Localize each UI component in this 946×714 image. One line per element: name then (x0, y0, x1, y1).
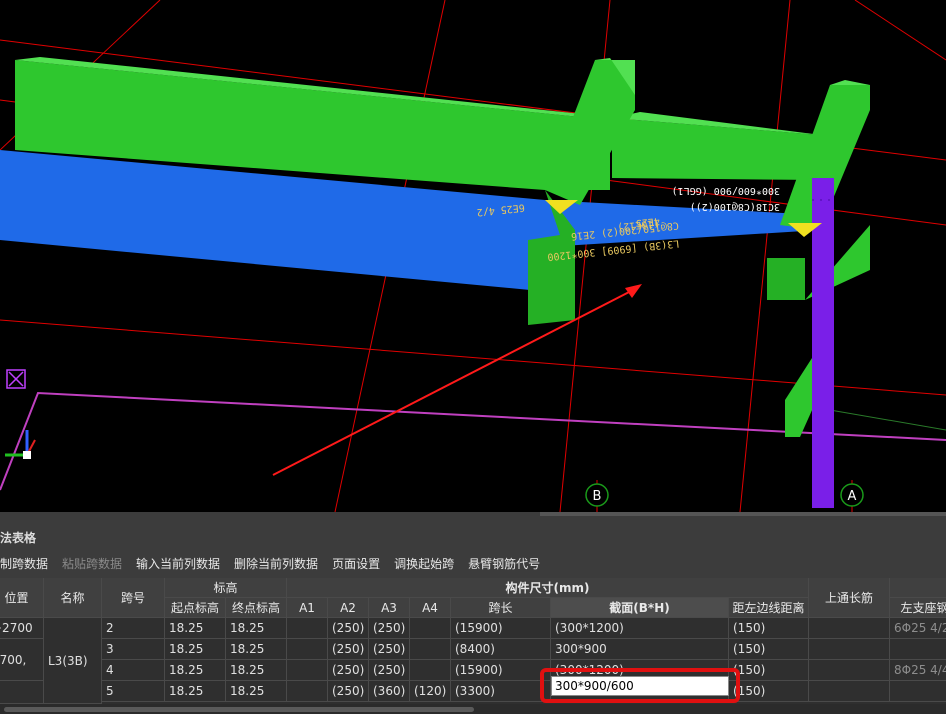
panel-title: 平法表格 (0, 531, 37, 545)
a1-cell[interactable] (287, 618, 328, 639)
model-canvas: 300*600/900 (GGL1) 3C18(C8@100(2)) L3(3B… (0, 0, 946, 512)
position-cell[interactable]: 2700, (0, 639, 44, 681)
axis-label-a: A (848, 489, 857, 504)
table-toolbar: 复制跨数据 粘贴跨数据 输入当前列数据 删除当前列数据 页面设置 调换起始跨 悬… (0, 552, 554, 574)
left-seat-cell[interactable]: 6Φ25 4/2 (890, 618, 946, 639)
a2-cell[interactable]: (250) (328, 660, 369, 681)
annotation-arrow (272, 289, 634, 476)
top-long-cell[interactable] (809, 681, 890, 702)
cantilever-rebar-code-button[interactable]: 悬臂钢筋代号 (468, 555, 540, 572)
span-no-cell[interactable]: 5 (102, 681, 165, 702)
end-elev-cell[interactable]: 18.25 (226, 618, 287, 639)
position-cell[interactable] (0, 681, 44, 704)
a1-cell[interactable] (287, 639, 328, 660)
span-length-cell[interactable]: (8400) (451, 639, 551, 660)
input-column-data-button[interactable]: 输入当前列数据 (136, 555, 220, 572)
top-long-cell[interactable] (809, 639, 890, 660)
a2-cell[interactable]: (250) (328, 618, 369, 639)
paste-span-data-button[interactable]: 粘贴跨数据 (62, 555, 122, 572)
beam-name-cell[interactable]: L3(3B) (44, 618, 102, 704)
axis-label-b: B (593, 489, 602, 504)
section-cell[interactable]: 300*900 (551, 639, 729, 660)
a3-cell[interactable]: (250) (369, 618, 410, 639)
start-elev-cell[interactable]: 18.25 (165, 681, 226, 702)
dist-left-cell[interactable]: (150) (729, 639, 809, 660)
start-elev-cell[interactable]: 18.25 (165, 618, 226, 639)
start-elev-cell[interactable]: 18.25 (165, 639, 226, 660)
a4-cell[interactable] (410, 639, 451, 660)
col-header-span-length[interactable]: 跨长 (451, 598, 551, 618)
page-setup-button[interactable]: 页面设置 (332, 555, 380, 572)
col-header-a4[interactable]: A4 (410, 598, 451, 618)
top-long-cell[interactable] (809, 618, 890, 639)
flat-method-table-panel: 平法表格 复制跨数据 粘贴跨数据 输入当前列数据 删除当前列数据 页面设置 调换… (0, 512, 946, 714)
top-long-cell[interactable] (809, 660, 890, 681)
a1-cell[interactable] (287, 681, 328, 702)
scrollbar-thumb[interactable] (4, 707, 474, 712)
left-seat-cell[interactable] (890, 639, 946, 660)
dist-left-cell[interactable]: (150) (729, 618, 809, 639)
col-header-top-long[interactable]: 上通长筋 (809, 578, 890, 618)
end-elev-cell[interactable]: 18.25 (226, 660, 287, 681)
a3-cell[interactable]: (360) (369, 681, 410, 702)
col-header-left-seat[interactable]: 左支座钢 (890, 598, 946, 618)
section-edit-input[interactable]: 300*900/600 (551, 676, 729, 696)
left-seat-cell[interactable] (890, 681, 946, 702)
span-no-cell[interactable]: 2 (102, 618, 165, 639)
3d-model-viewport[interactable]: 300*600/900 (GGL1) 3C18(C8@100(2)) L3(3B… (0, 0, 946, 512)
col-header-a2[interactable]: A2 (328, 598, 369, 618)
col-header-left-seat-top (890, 578, 946, 598)
col-header-dimensions[interactable]: 构件尺寸(mm) (287, 578, 809, 598)
beam-annotation: 3C18(C8@100(2)) (690, 201, 780, 212)
horizontal-scrollbar[interactable] (0, 704, 946, 714)
a4-cell[interactable] (410, 660, 451, 681)
dist-left-cell[interactable]: (150) (729, 660, 809, 681)
a2-cell[interactable]: (250) (328, 681, 369, 702)
a1-cell[interactable] (287, 660, 328, 681)
end-elev-cell[interactable]: 18.25 (226, 639, 287, 660)
span-no-cell[interactable]: 3 (102, 639, 165, 660)
a3-cell[interactable]: (250) (369, 639, 410, 660)
a3-cell[interactable]: (250) (369, 660, 410, 681)
col-header-dist-left[interactable]: 距左边线距离 (729, 598, 809, 618)
col-header-elevation[interactable]: 标高 (165, 578, 287, 598)
delete-column-data-button[interactable]: 删除当前列数据 (234, 555, 318, 572)
start-elev-cell[interactable]: 18.25 (165, 660, 226, 681)
copy-span-data-button[interactable]: 复制跨数据 (0, 555, 48, 572)
a4-cell[interactable]: (120) (410, 681, 451, 702)
axis-gizmo-icon (5, 430, 36, 459)
beam-span-table[interactable]: 位置 名称 跨号 标高 构件尺寸(mm) 上通长筋 起点标高 终点标高 A1 A… (0, 578, 946, 704)
span-length-cell[interactable]: (3300) (451, 681, 551, 702)
end-elev-cell[interactable]: 18.25 (226, 681, 287, 702)
span-length-cell[interactable]: (15900) (451, 618, 551, 639)
beam-annotation: 300*600/900 (GGL1) (672, 185, 780, 196)
col-header-position[interactable]: 位置 (0, 578, 44, 618)
a2-cell[interactable]: (250) (328, 639, 369, 660)
col-header-start-elev[interactable]: 起点标高 (165, 598, 226, 618)
a4-cell[interactable] (410, 618, 451, 639)
col-header-section[interactable]: 截面(B*H) (551, 598, 729, 618)
dist-left-cell[interactable]: (150) (729, 681, 809, 702)
col-header-end-elev[interactable]: 终点标高 (226, 598, 287, 618)
span-no-cell[interactable]: 4 (102, 660, 165, 681)
col-header-span-no[interactable]: 跨号 (102, 578, 165, 618)
swap-start-span-button[interactable]: 调换起始跨 (394, 555, 454, 572)
col-header-name[interactable]: 名称 (44, 578, 102, 618)
left-seat-cell[interactable]: 8Φ25 4/4 (890, 660, 946, 681)
section-cell[interactable]: (300*1200) (551, 618, 729, 639)
col-header-a1[interactable]: A1 (287, 598, 328, 618)
col-header-a3[interactable]: A3 (369, 598, 410, 618)
span-length-cell[interactable]: (15900) (451, 660, 551, 681)
position-cell[interactable]: +2700 (0, 618, 44, 639)
